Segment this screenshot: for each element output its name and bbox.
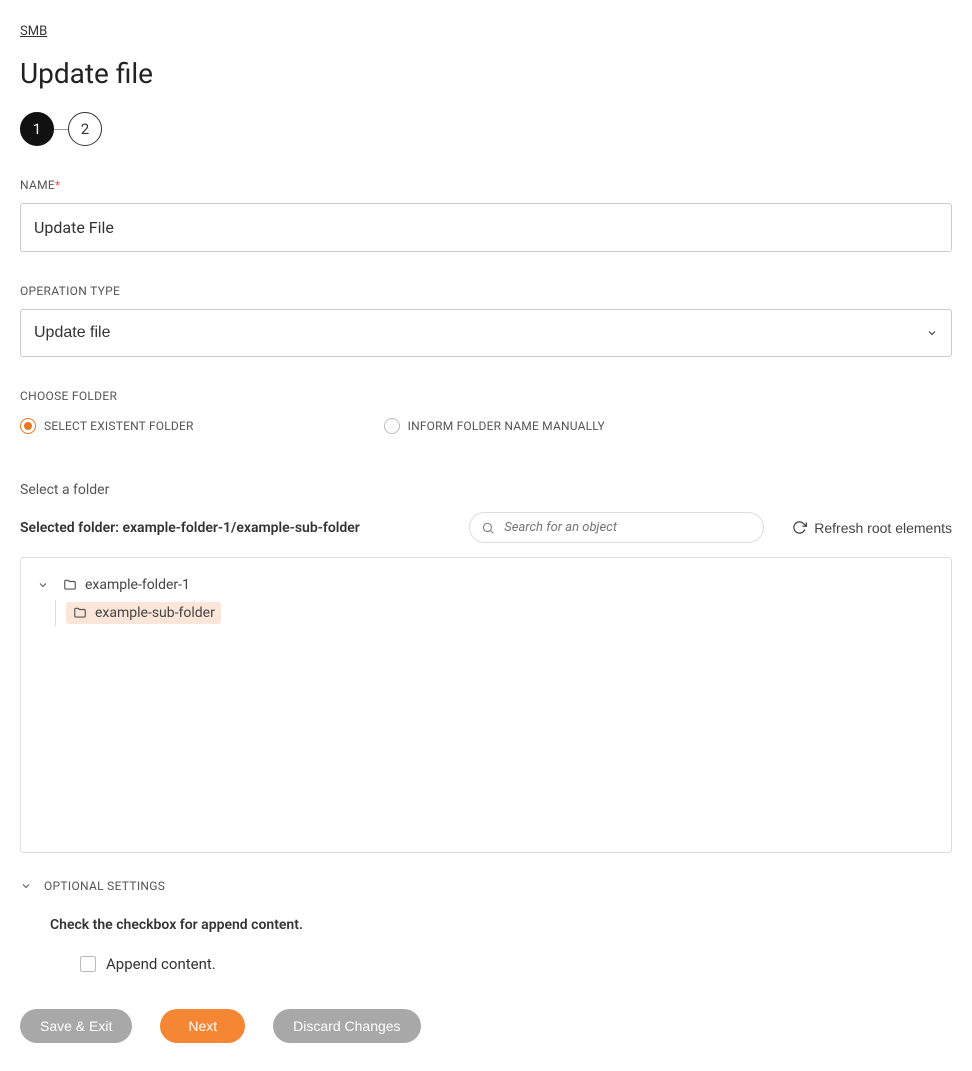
- selected-folder-text: Selected folder: example-folder-1/exampl…: [20, 520, 360, 536]
- chevron-down-icon[interactable]: [37, 579, 49, 591]
- discard-button[interactable]: Discard Changes: [273, 1009, 420, 1043]
- folder-tree[interactable]: example-folder-1 example-sub-folder: [20, 557, 952, 853]
- operation-type-value: Update file: [34, 324, 111, 342]
- optional-settings-label: OPTIONAL SETTINGS: [44, 879, 165, 893]
- refresh-icon: [792, 520, 807, 535]
- stepper: 1 2: [20, 112, 952, 146]
- chevron-down-icon: [926, 327, 938, 339]
- step-1[interactable]: 1: [20, 112, 54, 146]
- radio-manual-label: INFORM FOLDER NAME MANUALLY: [408, 419, 605, 433]
- refresh-root-button[interactable]: Refresh root elements: [792, 520, 952, 536]
- radio-icon: [384, 418, 400, 434]
- search-icon: [481, 521, 495, 535]
- tree-child-label: example-sub-folder: [95, 605, 215, 621]
- folder-icon: [72, 606, 88, 620]
- next-button[interactable]: Next: [160, 1009, 245, 1043]
- step-connector: [54, 129, 68, 130]
- name-label: NAME*: [20, 178, 60, 192]
- operation-type-label: OPERATION TYPE: [20, 284, 120, 298]
- radio-icon: [20, 418, 36, 434]
- search-input[interactable]: [469, 512, 764, 543]
- radio-select-existent[interactable]: SELECT EXISTENT FOLDER: [20, 418, 194, 434]
- choose-folder-label: CHOOSE FOLDER: [20, 389, 117, 403]
- append-checkbox-label: Append content.: [106, 955, 216, 973]
- append-checkbox[interactable]: [80, 956, 96, 972]
- tree-child-item[interactable]: example-sub-folder: [66, 600, 935, 626]
- save-exit-button[interactable]: Save & Exit: [20, 1009, 132, 1043]
- refresh-label: Refresh root elements: [814, 520, 952, 536]
- breadcrumb-smb[interactable]: SMB: [20, 24, 47, 39]
- folder-icon: [62, 578, 78, 592]
- name-input[interactable]: [20, 203, 952, 252]
- tree-root-item[interactable]: example-folder-1: [37, 572, 935, 598]
- tree-root-label: example-folder-1: [85, 577, 190, 593]
- operation-type-select[interactable]: Update file: [20, 309, 952, 357]
- step-2[interactable]: 2: [68, 112, 102, 146]
- append-hint: Check the checkbox for append content.: [50, 917, 952, 933]
- select-folder-heading: Select a folder: [20, 482, 952, 498]
- search-wrap: [469, 512, 764, 543]
- chevron-down-icon: [20, 880, 32, 892]
- page-title: Update file: [20, 57, 952, 90]
- required-marker: *: [55, 178, 60, 192]
- radio-inform-manual[interactable]: INFORM FOLDER NAME MANUALLY: [384, 418, 605, 434]
- radio-existent-label: SELECT EXISTENT FOLDER: [44, 419, 194, 433]
- optional-settings-toggle[interactable]: OPTIONAL SETTINGS: [20, 879, 952, 893]
